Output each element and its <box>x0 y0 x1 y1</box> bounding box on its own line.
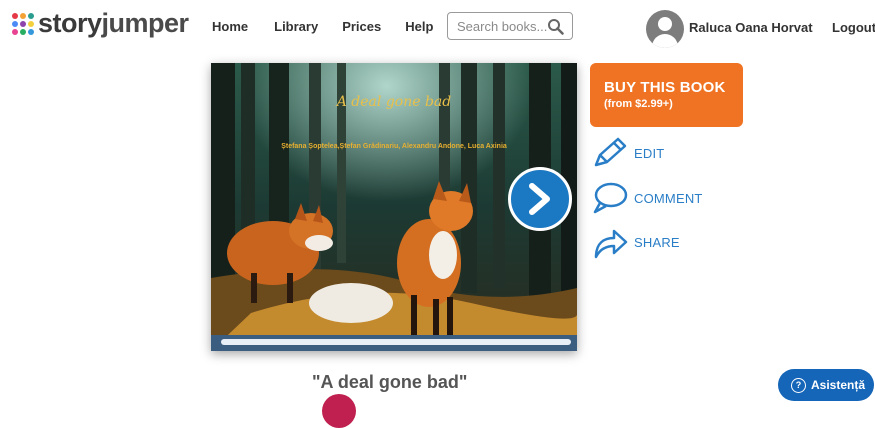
nav-library[interactable]: Library <box>274 19 318 34</box>
speech-bubble-icon <box>593 182 628 214</box>
nav-home[interactable]: Home <box>212 19 248 34</box>
cover-authors: Ștefana Șoptelea,Ștefan Grădinariu, Alex… <box>281 143 507 150</box>
author-avatar[interactable] <box>322 394 356 428</box>
user-name[interactable]: Raluca Oana Horvat <box>689 20 813 35</box>
storyjumper-logo[interactable]: storyjumper <box>12 8 189 39</box>
logo-text: storyjumper <box>38 8 189 38</box>
comment-button[interactable]: COMMENT <box>592 182 703 214</box>
share-label: SHARE <box>634 234 680 250</box>
user-avatar[interactable] <box>646 10 684 48</box>
book-title: "A deal gone bad" <box>312 372 468 392</box>
logo-dots-icon <box>12 12 34 35</box>
share-arrow-icon <box>594 229 628 259</box>
edit-label: EDIT <box>634 145 665 161</box>
comment-label: COMMENT <box>634 190 703 206</box>
search-box <box>447 12 573 40</box>
search-icon[interactable] <box>547 18 564 40</box>
edit-button[interactable]: EDIT <box>592 137 664 169</box>
nav-help[interactable]: Help <box>405 19 433 34</box>
buy-price: (from $2.99+) <box>604 98 673 110</box>
search-input[interactable] <box>455 17 551 35</box>
main-nav: Home Library Prices Help <box>212 19 433 34</box>
logout-link[interactable]: Logout <box>832 20 875 35</box>
share-button[interactable]: SHARE <box>592 225 680 259</box>
help-label: Asistență <box>811 378 866 392</box>
cover-title: A deal gone bad <box>336 94 452 110</box>
pencil-icon <box>594 137 627 167</box>
buy-label: BUY THIS BOOK <box>604 79 726 96</box>
help-chat-button[interactable]: ? Asistență <box>778 369 874 401</box>
nav-prices[interactable]: Prices <box>342 19 381 34</box>
chevron-right-icon <box>529 183 550 215</box>
buy-book-button[interactable]: BUY THIS BOOK (from $2.99+) <box>590 63 743 127</box>
question-icon: ? <box>791 377 806 393</box>
next-page-button[interactable] <box>508 167 572 231</box>
